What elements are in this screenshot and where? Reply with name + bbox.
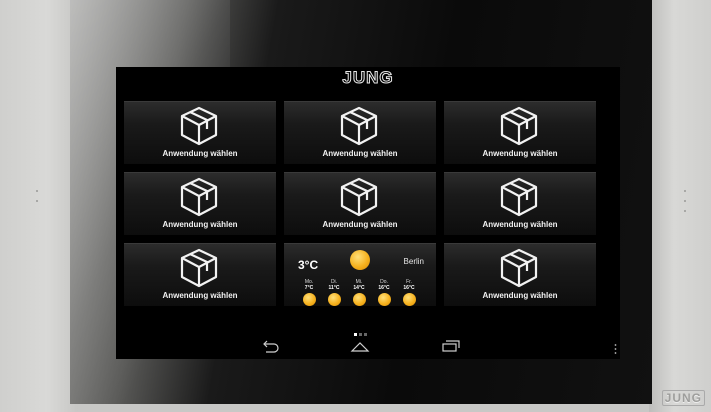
app-tile-3[interactable]: Anwendung wählen: [444, 101, 596, 164]
app-tile-2[interactable]: Anwendung wählen: [284, 101, 436, 164]
sun-icon: [377, 293, 391, 306]
forecast-temp: 11°C: [328, 285, 340, 291]
frame-dot: [36, 190, 38, 192]
sun-icon: [350, 250, 370, 270]
cube-icon: [180, 248, 218, 288]
cube-icon: [500, 177, 538, 217]
forecast-day: Mi. 14°C: [346, 279, 372, 306]
forecast-temp: 16°C: [378, 285, 390, 291]
cube-icon: [340, 106, 378, 146]
brand-logo: JUNG: [342, 68, 394, 88]
app-tile-label: Anwendung wählen: [162, 220, 238, 229]
app-tile-1[interactable]: Anwendung wählen: [124, 101, 276, 164]
frame-dot: [684, 200, 686, 202]
sun-icon: [352, 293, 366, 306]
app-tile-6[interactable]: Anwendung wählen: [444, 172, 596, 235]
frame-dot: [36, 200, 38, 202]
more-vert-icon[interactable]: [614, 343, 617, 355]
android-nav-bar: [116, 335, 620, 359]
app-tile-label: Anwendung wählen: [322, 149, 398, 158]
sun-icon: [402, 293, 416, 306]
frame-brand-logo: JUNG: [661, 390, 705, 406]
forecast-day: Di. 11°C: [321, 279, 347, 306]
app-tile-8[interactable]: Anwendung wählen: [444, 243, 596, 306]
cube-icon: [180, 177, 218, 217]
app-tile-7[interactable]: Anwendung wählen: [124, 243, 276, 306]
home-icon[interactable]: [350, 339, 370, 353]
forecast-day: Fr. 16°C: [396, 279, 422, 306]
weather-current-temp: 3°C: [298, 258, 319, 272]
forecast-day: Mo. 7°C: [296, 279, 322, 306]
wall-right: [649, 0, 711, 412]
back-icon[interactable]: [260, 339, 280, 353]
forecast-temp: 16°C: [403, 285, 415, 291]
sun-icon: [302, 293, 316, 306]
app-tile-label: Anwendung wählen: [162, 149, 238, 158]
app-tile-label: Anwendung wählen: [322, 220, 398, 229]
sun-icon: [327, 293, 341, 306]
forecast-day: Do. 16°C: [371, 279, 397, 306]
frame-dot: [684, 190, 686, 192]
weather-widget[interactable]: 3°C Berlin Mo. 7°C Di. 11°C Mi. 14°C Do.…: [284, 243, 436, 306]
forecast-temp: 7°C: [304, 285, 314, 291]
app-tile-label: Anwendung wählen: [482, 220, 558, 229]
wall-left: [0, 0, 78, 412]
cube-icon: [500, 106, 538, 146]
app-tile-label: Anwendung wählen: [482, 291, 558, 300]
frame-dot: [684, 210, 686, 212]
forecast-temp: 14°C: [353, 285, 365, 291]
app-tile-label: Anwendung wählen: [162, 291, 238, 300]
cube-icon: [340, 177, 378, 217]
touch-screen: JUNG Anwendung wählen Anwendung wählen A…: [116, 67, 620, 359]
app-tile-4[interactable]: Anwendung wählen: [124, 172, 276, 235]
recents-icon[interactable]: [440, 339, 460, 353]
cube-icon: [500, 248, 538, 288]
cube-icon: [180, 106, 218, 146]
app-tile-5[interactable]: Anwendung wählen: [284, 172, 436, 235]
weather-city: Berlin: [403, 257, 424, 266]
app-tile-label: Anwendung wählen: [482, 149, 558, 158]
